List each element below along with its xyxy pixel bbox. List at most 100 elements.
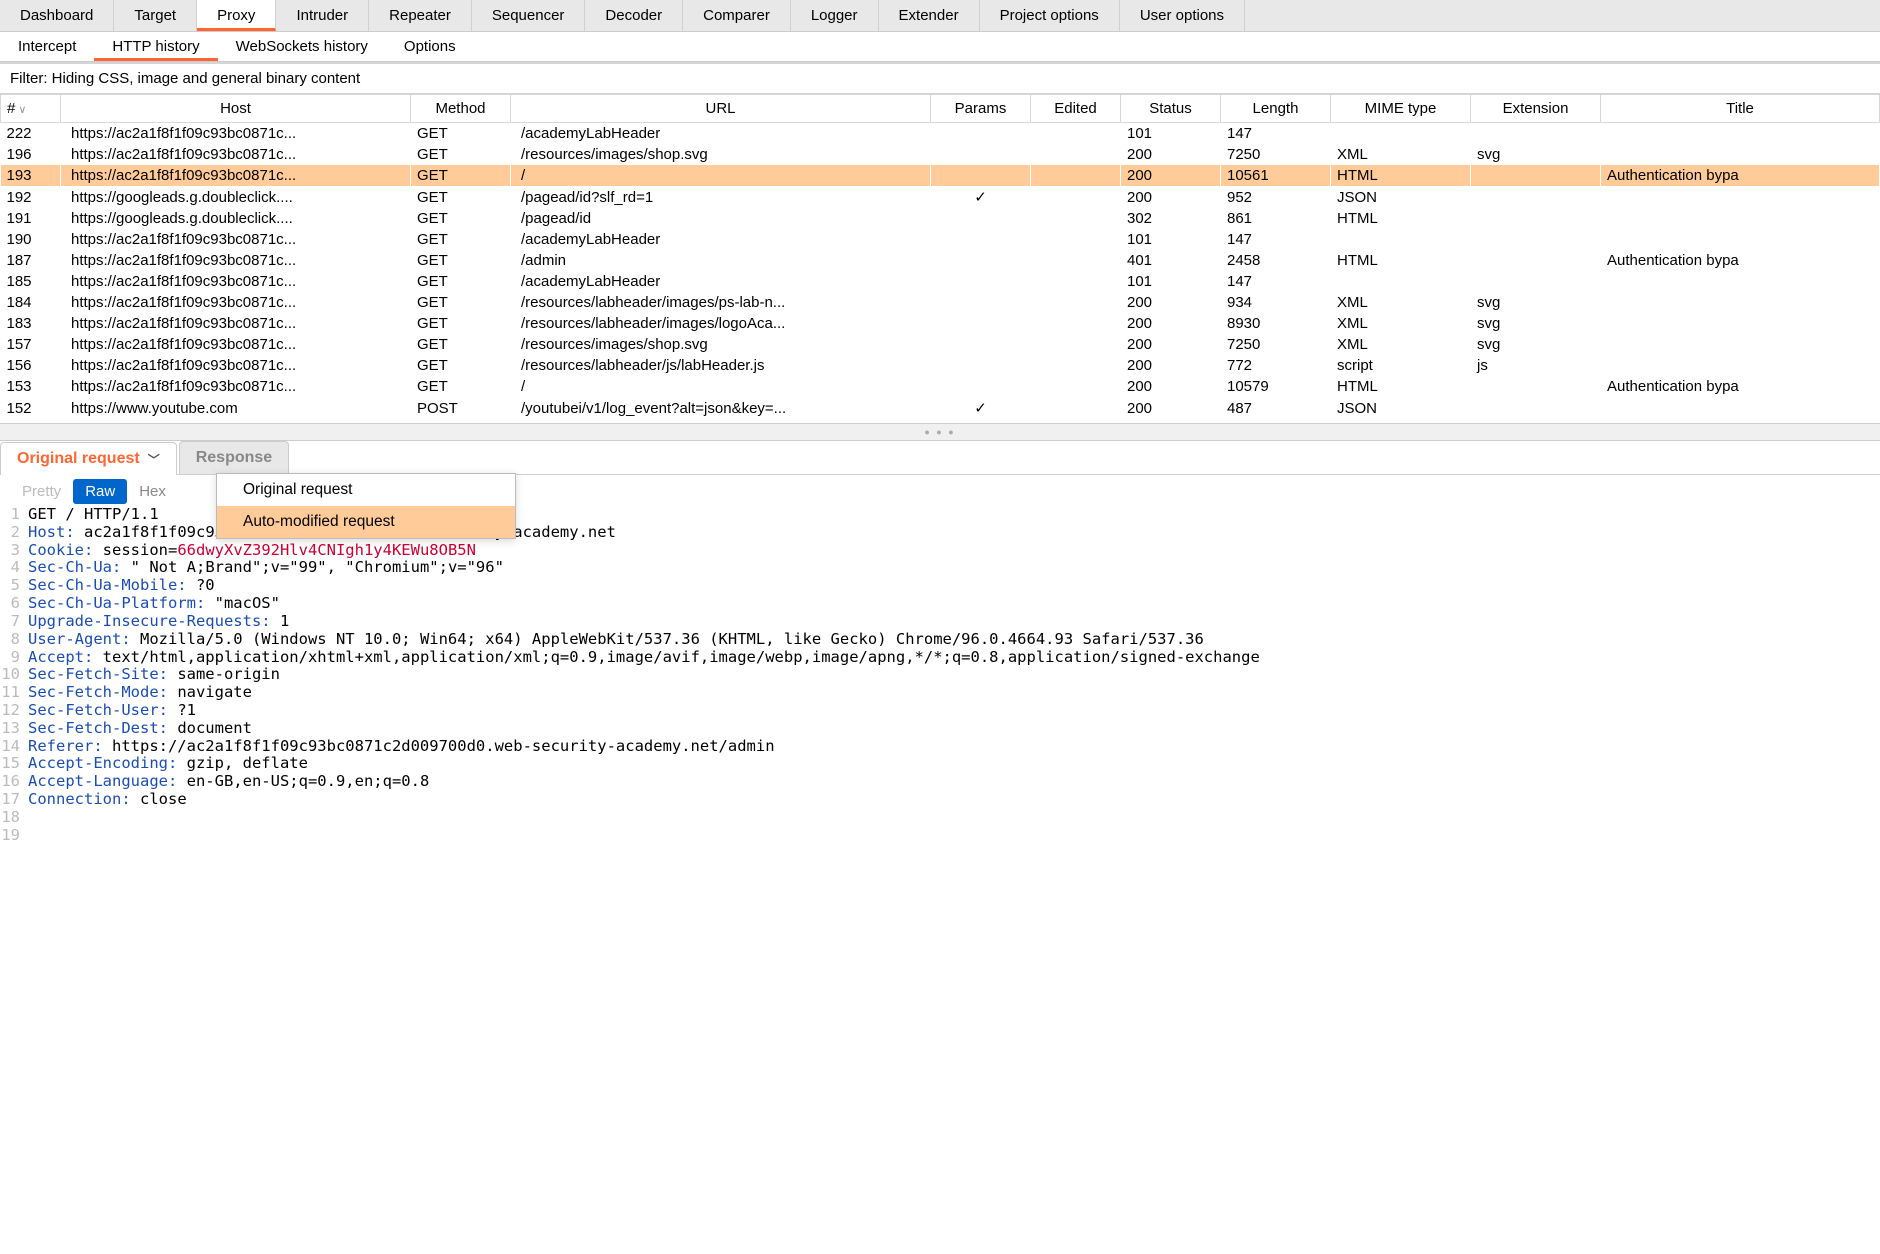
cell: /resources/labheader/images/logoAca... bbox=[511, 313, 931, 334]
cell: svg bbox=[1471, 144, 1601, 165]
dropdown-item-auto-modified-request[interactable]: Auto-modified request bbox=[217, 506, 515, 538]
cell bbox=[1031, 186, 1121, 208]
main-tab-comparer[interactable]: Comparer bbox=[683, 0, 791, 31]
table-row[interactable]: 222https://ac2a1f8f1f09c93bc0871c...GET/… bbox=[1, 123, 1880, 145]
main-tab-logger[interactable]: Logger bbox=[791, 0, 879, 31]
request-editor[interactable]: 1GET / HTTP/1.12Host: ac2a1f8f1f09c93bc0… bbox=[0, 504, 1880, 844]
cell: 861 bbox=[1221, 208, 1331, 229]
cell bbox=[1031, 292, 1121, 313]
main-tab-sequencer[interactable]: Sequencer bbox=[472, 0, 586, 31]
cell bbox=[1331, 271, 1471, 292]
editor-line: 19 bbox=[0, 827, 1880, 845]
main-tab-intruder[interactable]: Intruder bbox=[276, 0, 369, 31]
cell bbox=[1601, 334, 1880, 355]
cell: 147 bbox=[1221, 229, 1331, 250]
cell: 193 bbox=[1, 165, 61, 186]
cell: HTML bbox=[1331, 376, 1471, 397]
table-row[interactable]: 196https://ac2a1f8f1f09c93bc0871c...GET/… bbox=[1, 144, 1880, 165]
line-content: Upgrade-Insecure-Requests: 1 bbox=[28, 613, 289, 631]
view-tab-pretty[interactable]: Pretty bbox=[10, 479, 73, 504]
table-row[interactable]: 185https://ac2a1f8f1f09c93bc0871c...GET/… bbox=[1, 271, 1880, 292]
col-header-status[interactable]: Status bbox=[1121, 95, 1221, 123]
cell bbox=[1331, 229, 1471, 250]
tab-original-request-label: Original request bbox=[17, 450, 140, 468]
line-content: Sec-Fetch-Mode: navigate bbox=[28, 684, 252, 702]
cell: /resources/labheader/images/ps-lab-n... bbox=[511, 292, 931, 313]
cell bbox=[1471, 186, 1601, 208]
filter-bar[interactable]: Filter: Hiding CSS, image and general bi… bbox=[0, 62, 1880, 94]
table-row[interactable]: 191https://googleads.g.doubleclick....GE… bbox=[1, 208, 1880, 229]
cell: /academyLabHeader bbox=[511, 271, 931, 292]
table-row[interactable]: 157https://ac2a1f8f1f09c93bc0871c...GET/… bbox=[1, 334, 1880, 355]
sub-tab-options[interactable]: Options bbox=[386, 32, 474, 61]
cell: 156 bbox=[1, 355, 61, 376]
col-header-mime-type[interactable]: MIME type bbox=[1331, 95, 1471, 123]
tab-response[interactable]: Response bbox=[179, 441, 289, 474]
cell: 200 bbox=[1121, 334, 1221, 355]
col-header-extension[interactable]: Extension bbox=[1471, 95, 1601, 123]
cell: 7250 bbox=[1221, 144, 1331, 165]
line-number: 18 bbox=[0, 809, 28, 827]
split-handle[interactable]: ● ● ● bbox=[0, 423, 1880, 441]
cell: GET bbox=[411, 292, 511, 313]
sub-tab-websockets-history[interactable]: WebSockets history bbox=[218, 32, 386, 61]
cell bbox=[1031, 397, 1121, 419]
col-header-params[interactable]: Params bbox=[931, 95, 1031, 123]
sub-tab-intercept[interactable]: Intercept bbox=[0, 32, 94, 61]
main-tab-proxy[interactable]: Proxy bbox=[197, 0, 276, 31]
table-row[interactable]: 184https://ac2a1f8f1f09c93bc0871c...GET/… bbox=[1, 292, 1880, 313]
main-tab-target[interactable]: Target bbox=[114, 0, 197, 31]
table-row[interactable]: 187https://ac2a1f8f1f09c93bc0871c...GET/… bbox=[1, 250, 1880, 271]
cell: 772 bbox=[1221, 355, 1331, 376]
cell bbox=[1031, 355, 1121, 376]
cell: GET bbox=[411, 250, 511, 271]
cell bbox=[1471, 250, 1601, 271]
cell: /resources/labheader/js/labHeader.js bbox=[511, 355, 931, 376]
col-header--[interactable]: #∨ bbox=[1, 95, 61, 123]
table-row[interactable]: 153https://ac2a1f8f1f09c93bc0871c...GET/… bbox=[1, 376, 1880, 397]
tab-original-request[interactable]: Original request ﹀ bbox=[0, 442, 177, 475]
col-header-url[interactable]: URL bbox=[511, 95, 931, 123]
cell: GET bbox=[411, 355, 511, 376]
line-number: 15 bbox=[0, 755, 28, 773]
main-tab-user-options[interactable]: User options bbox=[1120, 0, 1245, 31]
col-header-title[interactable]: Title bbox=[1601, 95, 1880, 123]
cell: 185 bbox=[1, 271, 61, 292]
cell: 153 bbox=[1, 376, 61, 397]
col-header-method[interactable]: Method bbox=[411, 95, 511, 123]
cell bbox=[931, 123, 1031, 145]
cell: HTML bbox=[1331, 208, 1471, 229]
table-row[interactable]: 190https://ac2a1f8f1f09c93bc0871c...GET/… bbox=[1, 229, 1880, 250]
dropdown-item-original-request[interactable]: Original request bbox=[217, 474, 515, 506]
col-header-length[interactable]: Length bbox=[1221, 95, 1331, 123]
main-tab-repeater[interactable]: Repeater bbox=[369, 0, 472, 31]
chevron-down-icon[interactable]: ﹀ bbox=[148, 451, 160, 468]
cell: 10561 bbox=[1221, 165, 1331, 186]
view-tab-raw[interactable]: Raw bbox=[73, 479, 127, 504]
main-tab-decoder[interactable]: Decoder bbox=[585, 0, 683, 31]
cell: 157 bbox=[1, 334, 61, 355]
cell: 934 bbox=[1221, 292, 1331, 313]
table-row[interactable]: 183https://ac2a1f8f1f09c93bc0871c...GET/… bbox=[1, 313, 1880, 334]
cell: 222 bbox=[1, 123, 61, 145]
cell: 101 bbox=[1121, 229, 1221, 250]
view-tab-hex[interactable]: Hex bbox=[127, 479, 178, 504]
editor-line: 17Connection: close bbox=[0, 791, 1880, 809]
cell: /academyLabHeader bbox=[511, 229, 931, 250]
col-header-host[interactable]: Host bbox=[61, 95, 411, 123]
sub-tab-http-history[interactable]: HTTP history bbox=[94, 32, 217, 61]
cell bbox=[931, 376, 1031, 397]
table-row[interactable]: 192https://googleads.g.doubleclick....GE… bbox=[1, 186, 1880, 208]
editor-line: 15Accept-Encoding: gzip, deflate bbox=[0, 755, 1880, 773]
main-tab-dashboard[interactable]: Dashboard bbox=[0, 0, 114, 31]
table-row[interactable]: 193https://ac2a1f8f1f09c93bc0871c...GET/… bbox=[1, 165, 1880, 186]
col-header-edited[interactable]: Edited bbox=[1031, 95, 1121, 123]
main-tab-project-options[interactable]: Project options bbox=[980, 0, 1120, 31]
table-row[interactable]: 152https://www.youtube.comPOST/youtubei/… bbox=[1, 397, 1880, 419]
cell: 8930 bbox=[1221, 313, 1331, 334]
cell: https://googleads.g.doubleclick.... bbox=[61, 208, 411, 229]
table-row[interactable]: 156https://ac2a1f8f1f09c93bc0871c...GET/… bbox=[1, 355, 1880, 376]
main-tab-extender[interactable]: Extender bbox=[879, 0, 980, 31]
proxy-sub-tabs: InterceptHTTP historyWebSockets historyO… bbox=[0, 32, 1880, 62]
cell bbox=[1471, 229, 1601, 250]
